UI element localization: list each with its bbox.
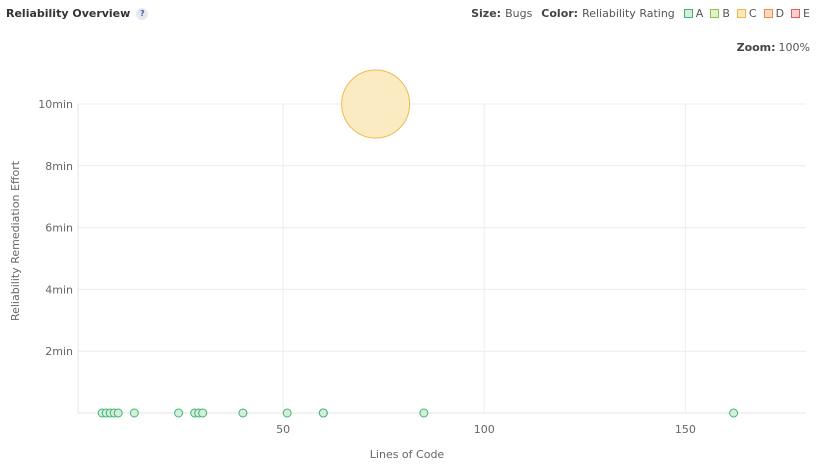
rating-label: A [695, 7, 704, 20]
rating-filters: A B C D E [683, 7, 810, 20]
rating-swatch [710, 9, 720, 18]
bubble-point-7[interactable] [174, 408, 184, 418]
rating-swatch [736, 9, 746, 18]
title-group: Reliability Overview ? [6, 7, 149, 20]
chart-grid [77, 103, 806, 414]
rating-label: B [722, 7, 730, 20]
y-tick-label: 10min [38, 98, 73, 111]
x-axis-ticks: 50 100 150 [276, 423, 696, 436]
bubble-point-11[interactable] [238, 408, 248, 418]
y-tick-label: 4min [45, 283, 73, 296]
rating-swatch [791, 9, 801, 18]
y-axis-title: Reliability Remediation Effort [9, 160, 22, 321]
rating-swatch [683, 9, 693, 18]
y-tick-label: 6min [45, 222, 73, 235]
x-tick-label: 150 [675, 423, 696, 436]
legend-bar: Size: Bugs Color: Reliability Rating A B C… [471, 7, 810, 20]
rating-filter-a[interactable]: A [683, 7, 704, 20]
y-tick-label: 8min [45, 160, 73, 173]
color-value: Reliability Rating [582, 7, 675, 20]
color-label: Color: [541, 7, 579, 20]
bubble-point-6[interactable] [129, 408, 139, 418]
bubble-point-16[interactable] [729, 408, 739, 418]
rating-label: C [748, 7, 757, 20]
bubble-point-14[interactable] [318, 408, 328, 418]
x-axis-title: Lines of Code [370, 448, 445, 461]
rating-label: D [775, 7, 785, 20]
chart-header: Reliability Overview ? Size: Bugs Color:… [0, 0, 818, 30]
size-label: Size: [471, 7, 502, 20]
y-tick-label: 2min [45, 345, 73, 358]
zoom-indicator: Zoom: 100% [737, 41, 810, 54]
bubble-point-5[interactable] [113, 408, 123, 418]
size-value: Bugs [505, 7, 533, 20]
help-icon[interactable]: ? [136, 7, 149, 20]
zoom-value: 100% [778, 41, 810, 54]
page-title: Reliability Overview [6, 7, 131, 20]
y-axis-ticks: 2min 4min 6min 8min 10min [38, 98, 73, 358]
x-tick-label: 100 [474, 423, 495, 436]
zoom-label: Zoom: [736, 41, 776, 54]
bubble-point-10[interactable] [198, 408, 208, 418]
rating-label: E [803, 7, 810, 20]
bubble-point-12[interactable] [282, 408, 292, 418]
x-tick-label: 50 [276, 423, 290, 436]
rating-filter-e[interactable]: E [791, 7, 810, 20]
rating-swatch [763, 9, 773, 18]
rating-filter-c[interactable]: C [736, 7, 757, 20]
bubble-point-15[interactable] [419, 408, 429, 418]
bubble-point-17[interactable] [341, 69, 411, 139]
rating-filter-b[interactable]: B [710, 7, 730, 20]
bubble-layer [97, 69, 739, 418]
bubble-chart: 2min 4min 6min 8min 10min 50 100 150 Reliabili… [9, 69, 806, 461]
rating-filter-d[interactable]: D [763, 7, 785, 20]
